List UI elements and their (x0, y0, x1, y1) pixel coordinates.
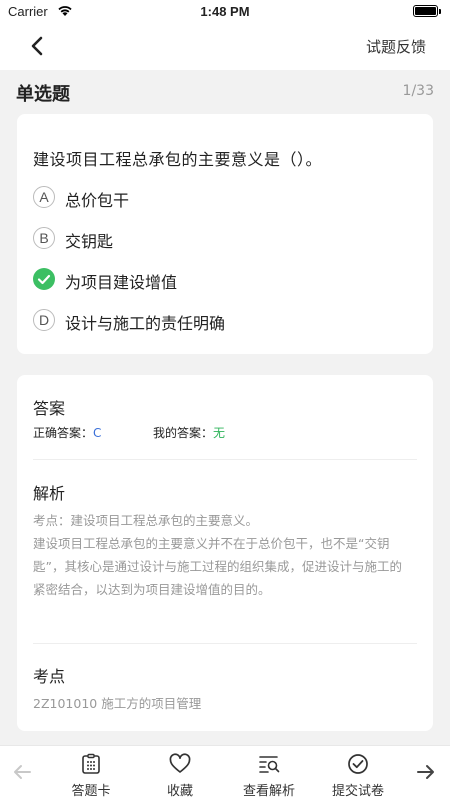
analysis-title: 解析 (33, 484, 66, 503)
back-chevron-icon[interactable] (26, 34, 50, 58)
tab-submit[interactable]: 提交试卷 (318, 750, 398, 799)
question-header: 单选题 1/33 (0, 70, 450, 114)
option-c[interactable]: 为项目建设增值 (33, 266, 413, 294)
option-a[interactable]: A 总价包干 (33, 184, 413, 212)
bottom-toolbar: 答题卡 收藏 查看解析 提交试卷 (0, 745, 450, 800)
status-time: 1:48 PM (200, 4, 250, 19)
feedback-button[interactable]: 试题反馈 (366, 36, 426, 57)
correct-answer: 正确答案：C (33, 424, 101, 441)
check-icon (33, 268, 55, 290)
check-circle-icon (348, 754, 368, 774)
option-letter: A (33, 186, 55, 208)
option-text: 为项目建设增值 (65, 273, 178, 292)
option-b[interactable]: B 交钥匙 (33, 225, 413, 253)
option-text: 设计与施工的责任明确 (65, 314, 226, 333)
nav-bar: 试题反馈 (0, 22, 450, 70)
option-letter: B (33, 227, 55, 249)
question-counter: 1/33 (402, 83, 434, 99)
tab-label: 答题卡 (71, 784, 111, 799)
analysis-line: 紧密结合，以达到为项目建设增值的目的。 (33, 582, 271, 597)
divider (33, 643, 417, 644)
prev-arrow-icon[interactable] (10, 760, 34, 784)
question-card: 建设项目工程总承包的主要意义是（）。 A 总价包干 B 交钥匙 为项目建设增值 … (17, 114, 433, 354)
search-list-icon (259, 756, 280, 773)
tab-label: 提交试卷 (331, 784, 384, 799)
answer-title: 答案 (33, 399, 66, 418)
option-letter: D (33, 309, 55, 331)
answer-sheet-icon (82, 753, 100, 774)
option-text: 交钥匙 (65, 232, 114, 251)
correct-answer-value: C (93, 426, 102, 440)
kpoint-value: 2Z101010 施工方的项目管理 (33, 696, 202, 711)
next-arrow-icon[interactable] (414, 760, 438, 784)
option-d[interactable]: D 设计与施工的责任明确 (33, 307, 413, 335)
my-answer-value: 无 (213, 426, 226, 440)
question-type: 单选题 (16, 84, 70, 105)
analysis-line: 匙”，其核心是通过设计与施工过程的组织集成，促进设计与施工的 (33, 559, 402, 574)
divider (33, 459, 417, 460)
analysis-line: 建设项目工程总承包的主要意义并不在于总价包干，也不是“交钥 (33, 536, 390, 551)
analysis-text: 考点：建设项目工程总承包的主要意义。 建设项目工程总承包的主要意义并不在于总价包… (33, 509, 425, 601)
option-text: 总价包干 (65, 191, 130, 210)
my-answer-label: 我的答案： (153, 426, 214, 440)
heart-icon (169, 753, 191, 773)
tab-favorite[interactable]: 收藏 (140, 750, 220, 799)
battery-icon (413, 5, 441, 17)
analysis-line: 考点：建设项目工程总承包的主要意义。 (33, 513, 259, 528)
answer-card: 答案 正确答案：C 我的答案：无 解析 考点：建设项目工程总承包的主要意义。 建… (17, 375, 433, 731)
question-stem: 建设项目工程总承包的主要意义是（）。 (33, 150, 323, 169)
correct-answer-label: 正确答案： (33, 426, 94, 440)
tab-answer-sheet[interactable]: 答题卡 (51, 750, 131, 799)
tab-view-analysis[interactable]: 查看解析 (229, 750, 309, 799)
my-answer: 我的答案：无 (153, 424, 225, 441)
tab-label: 查看解析 (242, 784, 295, 799)
kpoint-title: 考点 (33, 667, 66, 686)
status-bar: Carrier 1:48 PM (0, 0, 450, 22)
tab-label: 收藏 (166, 784, 193, 799)
